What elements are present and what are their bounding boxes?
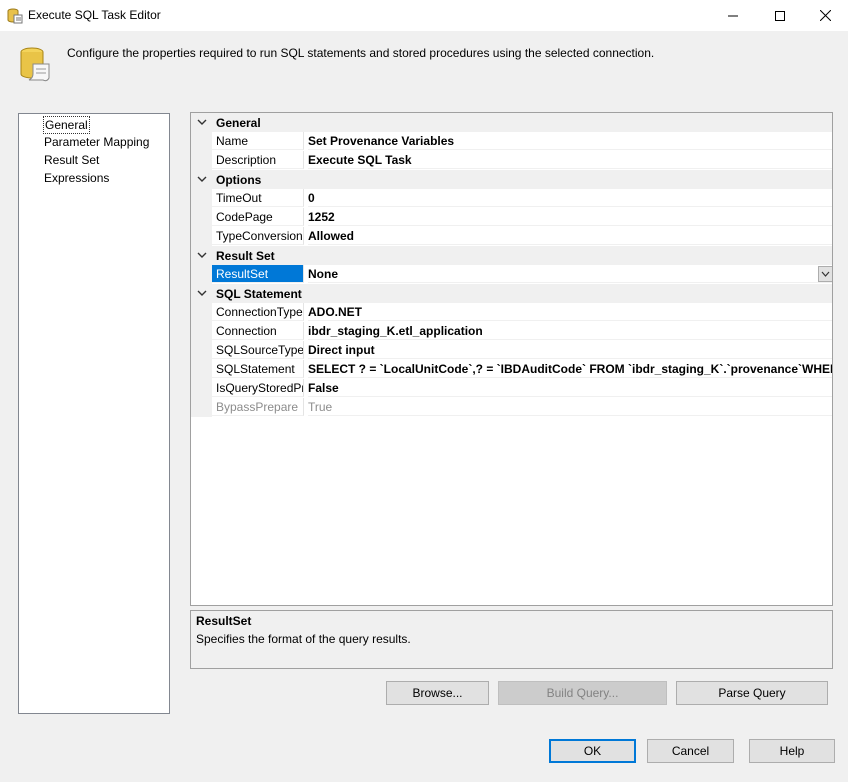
- window-title: Execute SQL Task Editor: [28, 8, 161, 22]
- chevron-down-icon: [821, 271, 830, 277]
- ok-button[interactable]: OK: [549, 739, 636, 763]
- category-sql-statement[interactable]: SQL Statement: [191, 284, 832, 303]
- prop-name: ResultSet: [212, 265, 304, 283]
- minimize-icon: [728, 15, 738, 17]
- prop-row-isquerystoredprocedure[interactable]: IsQueryStoredProcedure False: [191, 379, 832, 398]
- row-gutter: [191, 379, 212, 398]
- row-gutter: [191, 303, 212, 322]
- prop-name: BypassPrepare: [212, 398, 304, 416]
- parse-query-button-label: Parse Query: [718, 686, 786, 700]
- build-query-button-label: Build Query...: [546, 686, 619, 700]
- prop-value[interactable]: None: [308, 265, 832, 283]
- chevron-down-icon: [197, 176, 207, 182]
- nav-item-expressions[interactable]: Expressions: [44, 170, 109, 186]
- prop-row-typeconversionmode[interactable]: TypeConversionMode Allowed: [191, 227, 832, 246]
- row-gutter: [191, 360, 212, 379]
- chevron-down-icon: [197, 290, 207, 296]
- category-label: SQL Statement: [216, 287, 302, 301]
- category-label: Result Set: [216, 249, 275, 263]
- app-icon: [7, 8, 23, 24]
- prop-row-timeout[interactable]: TimeOut 0: [191, 189, 832, 208]
- prop-value[interactable]: ibdr_staging_K.etl_application: [308, 322, 832, 340]
- prop-name: Connection: [212, 322, 304, 340]
- prop-name: ConnectionType: [212, 303, 304, 321]
- prop-value[interactable]: Direct input: [308, 341, 832, 359]
- row-gutter: [191, 227, 212, 246]
- category-general[interactable]: General: [191, 113, 832, 132]
- resultset-dropdown-button[interactable]: [818, 266, 832, 282]
- cancel-button[interactable]: Cancel: [647, 739, 734, 763]
- nav-item-parameter-mapping[interactable]: Parameter Mapping: [44, 134, 149, 150]
- description-text: Specifies the format of the query result…: [196, 632, 411, 646]
- row-gutter: [191, 398, 212, 417]
- database-scroll-icon: [20, 47, 50, 82]
- parse-query-button[interactable]: Parse Query: [676, 681, 828, 705]
- maximize-button[interactable]: [757, 0, 803, 31]
- close-button[interactable]: [802, 0, 848, 31]
- help-button-label: Help: [779, 744, 805, 758]
- row-gutter: [191, 189, 212, 208]
- prop-row-connectiontype[interactable]: ConnectionType ADO.NET: [191, 303, 832, 322]
- page-navigation: General Parameter Mapping Result Set Exp…: [18, 113, 170, 714]
- prop-value[interactable]: False: [308, 379, 832, 397]
- row-gutter: [191, 208, 212, 227]
- category-options[interactable]: Options: [191, 170, 832, 189]
- build-query-button: Build Query...: [498, 681, 667, 705]
- prop-name: SQLSourceType: [212, 341, 304, 359]
- prop-row-resultset[interactable]: ResultSet None: [191, 265, 832, 284]
- prop-value[interactable]: Execute SQL Task: [308, 151, 832, 169]
- close-icon: [819, 9, 831, 22]
- browse-button-label: Browse...: [412, 686, 463, 700]
- nav-item-result-set[interactable]: Result Set: [44, 152, 99, 168]
- row-gutter: [191, 265, 212, 284]
- row-gutter: [191, 151, 212, 170]
- header-description: Configure the properties required to run…: [67, 46, 655, 60]
- chevron-down-icon: [197, 119, 207, 125]
- help-button[interactable]: Help: [749, 739, 835, 763]
- prop-name: Name: [212, 132, 304, 150]
- row-gutter: [191, 341, 212, 360]
- nav-item-general[interactable]: General: [43, 116, 90, 134]
- cancel-button-label: Cancel: [671, 744, 710, 758]
- prop-name: Description: [212, 151, 304, 169]
- prop-row-codepage[interactable]: CodePage 1252: [191, 208, 832, 227]
- row-gutter: [191, 132, 212, 151]
- browse-button[interactable]: Browse...: [386, 681, 489, 705]
- prop-name: IsQueryStoredProcedure: [212, 379, 304, 397]
- prop-row-name[interactable]: Name Set Provenance Variables: [191, 132, 832, 151]
- description-title: ResultSet: [196, 614, 252, 628]
- row-gutter: [191, 322, 212, 341]
- prop-row-description[interactable]: Description Execute SQL Task: [191, 151, 832, 170]
- prop-value[interactable]: 1252: [308, 208, 832, 226]
- prop-name: TypeConversionMode: [212, 227, 304, 245]
- prop-value: True: [308, 398, 832, 416]
- prop-name: CodePage: [212, 208, 304, 226]
- prop-row-sqlstatement[interactable]: SQLStatement SELECT ? = `LocalUnitCode`,…: [191, 360, 832, 379]
- chevron-down-icon: [197, 252, 207, 258]
- category-result-set[interactable]: Result Set: [191, 246, 832, 265]
- prop-value[interactable]: 0: [308, 189, 832, 207]
- category-label: Options: [216, 173, 262, 187]
- prop-value[interactable]: ADO.NET: [308, 303, 832, 321]
- property-grid: General Name Set Provenance Variables De…: [190, 112, 833, 606]
- prop-name: TimeOut: [212, 189, 304, 207]
- prop-row-connection[interactable]: Connection ibdr_staging_K.etl_applicatio…: [191, 322, 832, 341]
- category-label: General: [216, 116, 261, 130]
- maximize-icon: [775, 10, 785, 21]
- ok-button-label: OK: [583, 744, 602, 758]
- prop-row-bypassprepare: BypassPrepare True: [191, 398, 832, 417]
- property-description-panel: ResultSet Specifies the format of the qu…: [190, 610, 833, 669]
- minimize-button[interactable]: [710, 0, 756, 31]
- prop-value[interactable]: Allowed: [308, 227, 832, 245]
- prop-row-sqlsourcetype[interactable]: SQLSourceType Direct input: [191, 341, 832, 360]
- title-bar: Execute SQL Task Editor: [0, 0, 848, 31]
- prop-value[interactable]: SELECT ? = `LocalUnitCode`,? = `IBDAudit…: [308, 360, 832, 378]
- prop-value[interactable]: Set Provenance Variables: [308, 132, 832, 150]
- prop-name: SQLStatement: [212, 360, 304, 378]
